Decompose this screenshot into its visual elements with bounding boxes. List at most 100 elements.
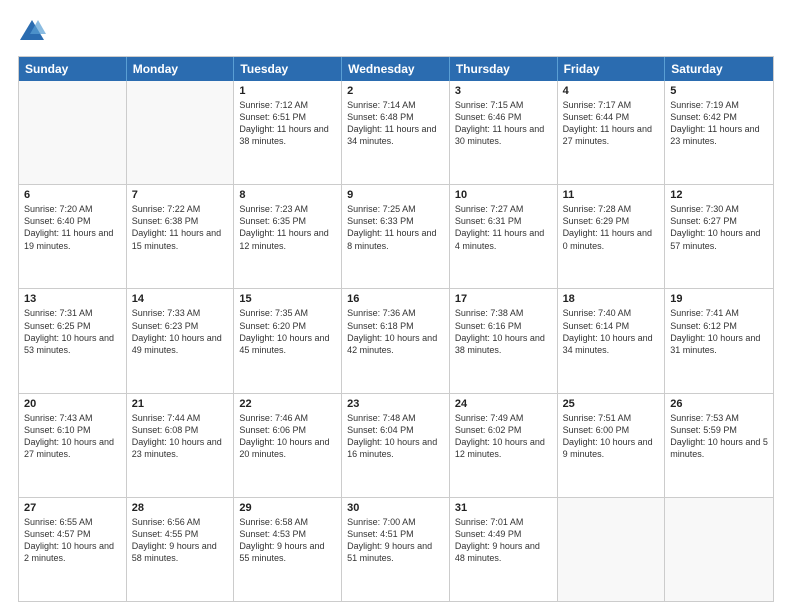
day-info: Sunrise: 7:27 AM Sunset: 6:31 PM Dayligh… (455, 203, 552, 252)
calendar-cell: 22 Sunrise: 7:46 AM Sunset: 6:06 PM Dayli… (234, 394, 342, 497)
calendar-cell: 21 Sunrise: 7:44 AM Sunset: 6:08 PM Dayli… (127, 394, 235, 497)
day-number: 6 (24, 189, 121, 201)
day-info: Sunrise: 7:31 AM Sunset: 6:25 PM Dayligh… (24, 307, 121, 356)
calendar-cell: 9 Sunrise: 7:25 AM Sunset: 6:33 PM Daylig… (342, 185, 450, 288)
calendar-row-0: 1 Sunrise: 7:12 AM Sunset: 6:51 PM Daylig… (19, 81, 773, 184)
calendar-cell: 8Sunrise: 7:23 AM Sunset: 6:35 PM Daylig… (234, 185, 342, 288)
day-info: Sunrise: 7:14 AM Sunset: 6:48 PM Dayligh… (347, 99, 444, 148)
day-info: Sunrise: 7:00 AM Sunset: 4:51 PM Dayligh… (347, 516, 444, 565)
header-cell-friday: Friday (558, 57, 666, 81)
day-number: 2 (347, 85, 444, 97)
logo-icon (18, 18, 46, 46)
calendar-cell (127, 81, 235, 184)
day-info: Sunrise: 7:30 AM Sunset: 6:27 PM Dayligh… (670, 203, 768, 252)
header-cell-saturday: Saturday (665, 57, 773, 81)
day-number: 12 (670, 189, 768, 201)
day-number: 15 (239, 293, 336, 305)
day-number: 10 (455, 189, 552, 201)
day-number: 17 (455, 293, 552, 305)
calendar-cell: 2 Sunrise: 7:14 AM Sunset: 6:48 PM Daylig… (342, 81, 450, 184)
calendar-cell: 4 Sunrise: 7:17 AM Sunset: 6:44 PM Daylig… (558, 81, 666, 184)
day-number: 18 (563, 293, 660, 305)
calendar-cell: 11 Sunrise: 7:28 AM Sunset: 6:29 PM Dayli… (558, 185, 666, 288)
header-cell-thursday: Thursday (450, 57, 558, 81)
calendar-cell: 26 Sunrise: 7:53 AM Sunset: 5:59 PM Dayli… (665, 394, 773, 497)
calendar-cell (558, 498, 666, 601)
day-info: Sunrise: 7:28 AM Sunset: 6:29 PM Dayligh… (563, 203, 660, 252)
day-number: 3 (455, 85, 552, 97)
day-info: Sunrise: 7:20 AM Sunset: 6:40 PM Dayligh… (24, 203, 121, 252)
header-cell-sunday: Sunday (19, 57, 127, 81)
calendar-cell: 12 Sunrise: 7:30 AM Sunset: 6:27 PM Dayli… (665, 185, 773, 288)
day-number: 30 (347, 502, 444, 514)
calendar-cell: 15 Sunrise: 7:35 AM Sunset: 6:20 PM Dayli… (234, 289, 342, 392)
day-info: Sunrise: 7:33 AM Sunset: 6:23 PM Dayligh… (132, 307, 229, 356)
day-number: 22 (239, 398, 336, 410)
calendar: SundayMondayTuesdayWednesdayThursdayFrid… (18, 56, 774, 602)
day-info: Sunrise: 6:55 AM Sunset: 4:57 PM Dayligh… (24, 516, 121, 565)
day-number: 8 (239, 189, 336, 201)
day-info: Sunrise: 7:40 AM Sunset: 6:14 PM Dayligh… (563, 307, 660, 356)
day-number: 20 (24, 398, 121, 410)
day-number: 24 (455, 398, 552, 410)
day-number: 13 (24, 293, 121, 305)
day-number: 28 (132, 502, 229, 514)
day-info: Sunrise: 7:53 AM Sunset: 5:59 PM Dayligh… (670, 412, 768, 461)
day-info: Sunrise: 6:56 AM Sunset: 4:55 PM Dayligh… (132, 516, 229, 565)
calendar-cell: 6 Sunrise: 7:20 AM Sunset: 6:40 PM Daylig… (19, 185, 127, 288)
page-header (18, 18, 774, 46)
day-info: Sunrise: 7:48 AM Sunset: 6:04 PM Dayligh… (347, 412, 444, 461)
day-info: Sunrise: 7:01 AM Sunset: 4:49 PM Dayligh… (455, 516, 552, 565)
calendar-cell: 3 Sunrise: 7:15 AM Sunset: 6:46 PM Daylig… (450, 81, 558, 184)
calendar-row-1: 6 Sunrise: 7:20 AM Sunset: 6:40 PM Daylig… (19, 184, 773, 288)
day-info: Sunrise: 7:49 AM Sunset: 6:02 PM Dayligh… (455, 412, 552, 461)
day-info: Sunrise: 7:43 AM Sunset: 6:10 PM Dayligh… (24, 412, 121, 461)
day-info: Sunrise: 7:22 AM Sunset: 6:38 PM Dayligh… (132, 203, 229, 252)
day-number: 9 (347, 189, 444, 201)
day-info: Sunrise: 7:17 AM Sunset: 6:44 PM Dayligh… (563, 99, 660, 148)
day-number: 11 (563, 189, 660, 201)
day-info: Sunrise: 7:46 AM Sunset: 6:06 PM Dayligh… (239, 412, 336, 461)
day-info: Sunrise: 7:44 AM Sunset: 6:08 PM Dayligh… (132, 412, 229, 461)
day-number: 21 (132, 398, 229, 410)
calendar-cell: 16 Sunrise: 7:36 AM Sunset: 6:18 PM Dayli… (342, 289, 450, 392)
day-info: Sunrise: 7:12 AM Sunset: 6:51 PM Dayligh… (239, 99, 336, 148)
day-info: Sunrise: 7:35 AM Sunset: 6:20 PM Dayligh… (239, 307, 336, 356)
day-info: Sunrise: 7:36 AM Sunset: 6:18 PM Dayligh… (347, 307, 444, 356)
calendar-cell: 30 Sunrise: 7:00 AM Sunset: 4:51 PM Dayli… (342, 498, 450, 601)
day-number: 14 (132, 293, 229, 305)
calendar-cell: 27 Sunrise: 6:55 AM Sunset: 4:57 PM Dayli… (19, 498, 127, 601)
header-cell-tuesday: Tuesday (234, 57, 342, 81)
day-info: Sunrise: 7:25 AM Sunset: 6:33 PM Dayligh… (347, 203, 444, 252)
day-number: 31 (455, 502, 552, 514)
day-number: 1 (239, 85, 336, 97)
calendar-body: 1 Sunrise: 7:12 AM Sunset: 6:51 PM Daylig… (19, 81, 773, 601)
day-number: 27 (24, 502, 121, 514)
day-info: Sunrise: 7:38 AM Sunset: 6:16 PM Dayligh… (455, 307, 552, 356)
calendar-header: SundayMondayTuesdayWednesdayThursdayFrid… (19, 57, 773, 81)
day-number: 16 (347, 293, 444, 305)
calendar-cell: 28 Sunrise: 6:56 AM Sunset: 4:55 PM Dayli… (127, 498, 235, 601)
day-number: 29 (239, 502, 336, 514)
calendar-cell (19, 81, 127, 184)
day-number: 5 (670, 85, 768, 97)
day-number: 25 (563, 398, 660, 410)
header-cell-monday: Monday (127, 57, 235, 81)
day-info: Sunrise: 6:58 AM Sunset: 4:53 PM Dayligh… (239, 516, 336, 565)
calendar-cell: 29 Sunrise: 6:58 AM Sunset: 4:53 PM Dayli… (234, 498, 342, 601)
calendar-row-3: 20 Sunrise: 7:43 AM Sunset: 6:10 PM Dayli… (19, 393, 773, 497)
day-info: Sunrise: 7:19 AM Sunset: 6:42 PM Dayligh… (670, 99, 768, 148)
calendar-cell: 10 Sunrise: 7:27 AM Sunset: 6:31 PM Dayli… (450, 185, 558, 288)
day-info: Sunrise: 7:41 AM Sunset: 6:12 PM Dayligh… (670, 307, 768, 356)
calendar-cell: 13 Sunrise: 7:31 AM Sunset: 6:25 PM Dayli… (19, 289, 127, 392)
calendar-cell (665, 498, 773, 601)
calendar-cell: 5 Sunrise: 7:19 AM Sunset: 6:42 PM Daylig… (665, 81, 773, 184)
day-info: Sunrise: 7:51 AM Sunset: 6:00 PM Dayligh… (563, 412, 660, 461)
calendar-cell: 25 Sunrise: 7:51 AM Sunset: 6:00 PM Dayli… (558, 394, 666, 497)
logo (18, 18, 50, 46)
day-number: 26 (670, 398, 768, 410)
calendar-cell: 23 Sunrise: 7:48 AM Sunset: 6:04 PM Dayli… (342, 394, 450, 497)
day-number: 23 (347, 398, 444, 410)
day-info: Sunrise: 7:15 AM Sunset: 6:46 PM Dayligh… (455, 99, 552, 148)
day-number: 4 (563, 85, 660, 97)
